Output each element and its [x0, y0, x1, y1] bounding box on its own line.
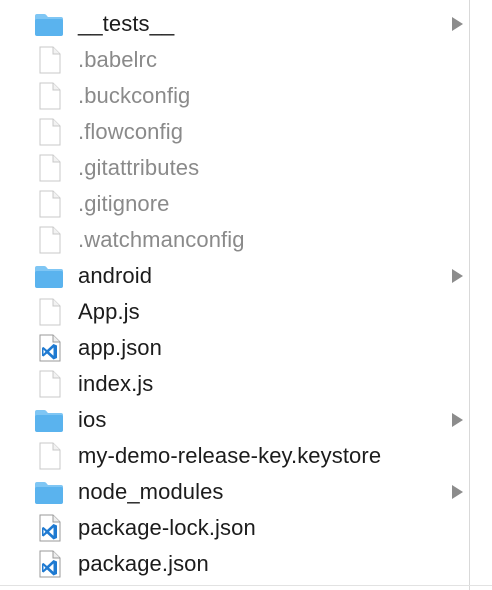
file-name-label: ios — [78, 407, 107, 432]
document-icon — [34, 82, 64, 110]
document-icon — [34, 370, 64, 398]
file-name-label: .babelrc — [78, 47, 158, 72]
file-row-babelrc[interactable]: .babelrc — [0, 42, 470, 78]
file-row-package-json[interactable]: package.json — [0, 546, 470, 582]
file-row-app-json[interactable]: app.json — [0, 330, 470, 366]
pane-bottom-divider — [0, 585, 492, 590]
file-name-label: package-lock.json — [78, 515, 256, 540]
document-icon — [34, 46, 64, 74]
file-row-index-js[interactable]: index.js — [0, 366, 470, 402]
finder-file-list-pane: __tests__ .babelrc .buckconfig .flowconf… — [0, 0, 492, 590]
folder-icon — [34, 262, 64, 290]
file-name-label: node_modules — [78, 479, 224, 504]
folder-icon — [34, 478, 64, 506]
file-name-label: __tests__ — [78, 11, 175, 36]
file-row-watchmanconfig[interactable]: .watchmanconfig — [0, 222, 470, 258]
document-icon — [34, 118, 64, 146]
scrollbar-track[interactable] — [469, 0, 492, 590]
document-icon — [34, 442, 64, 470]
document-icon — [34, 226, 64, 254]
folder-row-android[interactable]: android — [0, 258, 470, 294]
file-row-gitattributes[interactable]: .gitattributes — [0, 150, 470, 186]
file-name-label: .watchmanconfig — [78, 227, 245, 252]
file-row-buckconfig[interactable]: .buckconfig — [0, 78, 470, 114]
vscode-document-icon — [34, 334, 64, 362]
folder-row-node-modules[interactable]: node_modules — [0, 474, 470, 510]
folder-icon — [34, 10, 64, 38]
file-name-label: .gitignore — [78, 191, 170, 216]
vscode-document-icon — [34, 550, 64, 578]
file-name-label: android — [78, 263, 153, 288]
file-name-label: my-demo-release-key.keystore — [78, 443, 382, 468]
file-name-label: .flowconfig — [78, 119, 184, 144]
disclosure-triangle-icon[interactable] — [452, 269, 463, 283]
folder-row-tests[interactable]: __tests__ — [0, 6, 470, 42]
file-row-gitignore[interactable]: .gitignore — [0, 186, 470, 222]
document-icon — [34, 154, 64, 182]
file-row-app-js[interactable]: App.js — [0, 294, 470, 330]
disclosure-triangle-icon[interactable] — [452, 413, 463, 427]
vscode-document-icon — [34, 514, 64, 542]
file-list: __tests__ .babelrc .buckconfig .flowconf… — [0, 6, 470, 582]
file-name-label: app.json — [78, 335, 162, 360]
disclosure-triangle-icon[interactable] — [452, 485, 463, 499]
folder-icon — [34, 406, 64, 434]
file-row-flowconfig[interactable]: .flowconfig — [0, 114, 470, 150]
file-name-label: .buckconfig — [78, 83, 191, 108]
file-row-package-lock-json[interactable]: package-lock.json — [0, 510, 470, 546]
document-icon — [34, 298, 64, 326]
file-name-label: package.json — [78, 551, 209, 576]
disclosure-triangle-icon[interactable] — [452, 17, 463, 31]
file-name-label: index.js — [78, 371, 154, 396]
folder-row-ios[interactable]: ios — [0, 402, 470, 438]
document-icon — [34, 190, 64, 218]
file-row-my-demo-release-key-keystore[interactable]: my-demo-release-key.keystore — [0, 438, 470, 474]
file-name-label: App.js — [78, 299, 140, 324]
file-name-label: .gitattributes — [78, 155, 200, 180]
